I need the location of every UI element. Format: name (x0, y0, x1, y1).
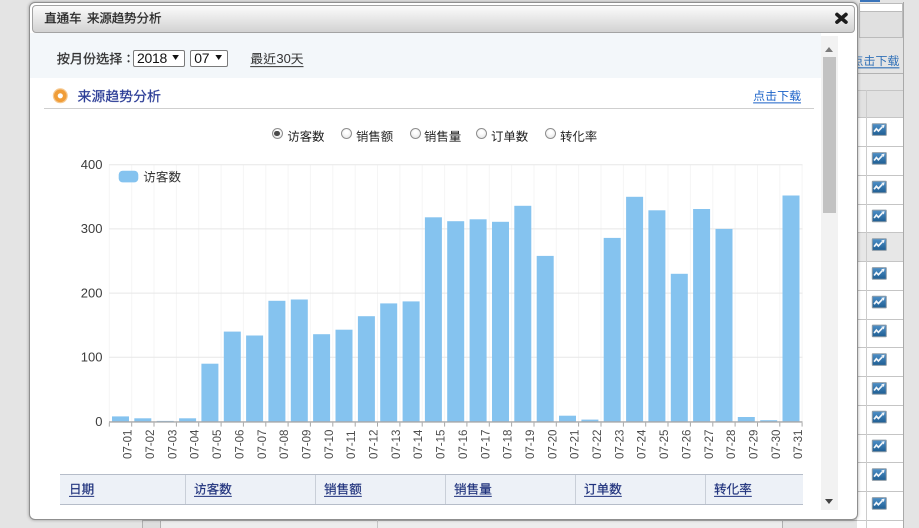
svg-text:07-01: 07-01 (123, 430, 135, 459)
svg-text:07: 07 (194, 50, 209, 66)
svg-text:07-14: 07-14 (413, 429, 425, 459)
svg-text:07-31: 07-31 (793, 430, 805, 459)
svg-text:07-26: 07-26 (681, 430, 693, 459)
svg-text:07-20: 07-20 (547, 430, 559, 459)
svg-text:07-17: 07-17 (480, 430, 492, 459)
svg-text:2018: 2018 (137, 50, 167, 66)
svg-text:07-13: 07-13 (391, 430, 403, 459)
svg-text:07-16: 07-16 (458, 430, 470, 459)
svg-text:07-18: 07-18 (503, 430, 515, 459)
svg-text:100: 100 (81, 350, 103, 365)
svg-text:07-27: 07-27 (704, 430, 716, 459)
svg-text:07-04: 07-04 (190, 429, 202, 459)
svg-text:07-10: 07-10 (324, 430, 336, 459)
svg-text:07-30: 07-30 (771, 430, 783, 459)
svg-text:07-12: 07-12 (369, 430, 381, 459)
svg-text:07-03: 07-03 (167, 430, 179, 459)
svg-text:07-07: 07-07 (257, 430, 269, 459)
svg-text:07-23: 07-23 (614, 430, 626, 459)
svg-text:300: 300 (81, 221, 103, 236)
svg-text:07-02: 07-02 (145, 430, 157, 459)
svg-text:07-06: 07-06 (234, 430, 246, 459)
svg-text:07-05: 07-05 (212, 430, 224, 459)
svg-text:200: 200 (81, 285, 103, 300)
svg-text:07-08: 07-08 (279, 430, 291, 459)
svg-text:30: 30 (276, 51, 290, 66)
svg-text:400: 400 (81, 157, 103, 172)
svg-text:07-11: 07-11 (346, 430, 358, 459)
svg-text:07-09: 07-09 (301, 430, 313, 459)
svg-text:07-25: 07-25 (659, 430, 671, 459)
svg-text:07-22: 07-22 (592, 430, 604, 459)
svg-text:07-19: 07-19 (525, 430, 537, 459)
svg-text:07-21: 07-21 (570, 430, 582, 459)
svg-text:07-28: 07-28 (726, 430, 738, 459)
svg-text:0: 0 (95, 414, 102, 429)
svg-text:07-29: 07-29 (749, 430, 761, 459)
svg-text:07-15: 07-15 (436, 430, 448, 459)
svg-text:07-24: 07-24 (637, 429, 649, 459)
